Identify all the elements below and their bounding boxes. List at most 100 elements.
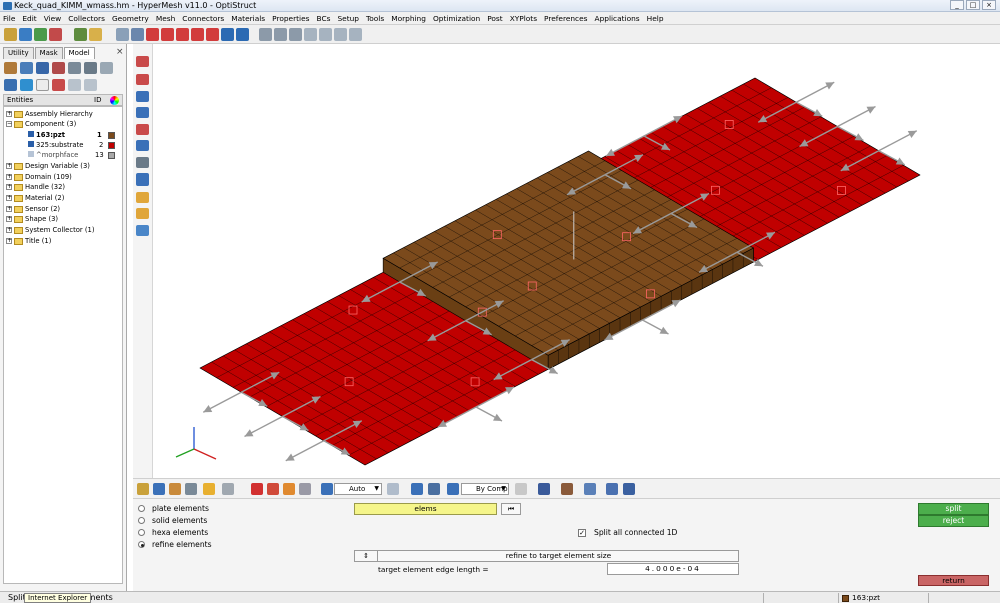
connectivity-icon[interactable] <box>606 483 618 495</box>
panel-close-icon[interactable]: × <box>116 47 124 57</box>
view-right-icon[interactable] <box>206 27 219 41</box>
expand-icon[interactable]: + <box>6 111 12 117</box>
component-display-icon[interactable] <box>137 483 149 495</box>
tree-item-system-collector[interactable]: + System Collector (1) <box>6 225 95 235</box>
tree-item-sensor[interactable]: + Sensor (2) <box>6 204 60 214</box>
user-profile-icon[interactable] <box>74 27 87 41</box>
expand-icon[interactable]: + <box>6 184 12 190</box>
warning-icon[interactable] <box>203 483 215 495</box>
eye-plus-icon[interactable] <box>68 79 81 91</box>
menu-view[interactable]: View <box>44 14 62 23</box>
organize-icon[interactable] <box>267 483 279 495</box>
eye-icon[interactable] <box>84 79 97 91</box>
menu-edit[interactable]: Edit <box>22 14 36 23</box>
menu-mesh[interactable]: Mesh <box>156 14 175 23</box>
tree-item-material[interactable]: + Material (2) <box>6 193 64 203</box>
display-reverse-icon[interactable] <box>36 62 49 74</box>
menu-xyplots[interactable]: XYPlots <box>510 14 537 23</box>
transparency-icon[interactable] <box>136 225 149 236</box>
collapse-icon[interactable]: − <box>6 121 12 127</box>
filter-icon[interactable] <box>100 62 113 74</box>
expand-icon[interactable]: + <box>6 163 12 169</box>
component-table-icon[interactable] <box>153 483 165 495</box>
split-button[interactable]: split <box>918 503 989 515</box>
expand-icon[interactable]: + <box>6 206 12 212</box>
view-back-icon[interactable] <box>236 27 249 41</box>
expand-icon[interactable] <box>4 79 17 91</box>
expand-icon[interactable]: + <box>6 174 12 180</box>
color-column-icon[interactable] <box>110 96 119 105</box>
tree-item-component[interactable]: − Component (3) <box>6 119 76 129</box>
menu-connectors[interactable]: Connectors <box>182 14 224 23</box>
rotate-view-icon[interactable] <box>349 27 362 41</box>
tree-item-component-substrate[interactable]: 325:substrate <box>28 140 83 150</box>
maximize-button[interactable]: □ <box>966 0 980 10</box>
elems-selector[interactable]: elems <box>354 503 497 515</box>
options-icon[interactable] <box>222 483 234 495</box>
radio-button[interactable] <box>138 529 145 536</box>
shrink-icon[interactable] <box>561 483 573 495</box>
menu-morphing[interactable]: Morphing <box>391 14 426 23</box>
option-plate-elements[interactable]: plate elements <box>138 504 209 513</box>
reset-selection-button[interactable]: ⏮ <box>501 503 521 515</box>
tree-item-component-pzt[interactable]: 163:pzt <box>28 130 65 140</box>
model-scene[interactable] <box>154 44 1000 478</box>
menu-geometry[interactable]: Geometry <box>112 14 149 23</box>
hide-selected-icon[interactable] <box>84 62 97 74</box>
checkbox-checked-icon[interactable]: ✓ <box>578 528 586 537</box>
system-icon[interactable] <box>185 483 197 495</box>
lighting-icon[interactable] <box>136 157 149 168</box>
id-column-header[interactable]: ID <box>94 96 101 104</box>
return-button[interactable]: return <box>918 575 989 586</box>
geometry-display-icon[interactable] <box>136 140 149 151</box>
tree-item-handle[interactable]: + Handle (32) <box>6 182 65 192</box>
view-top-icon[interactable] <box>161 27 174 41</box>
minimize-button[interactable]: _ <box>950 0 964 10</box>
shape-icon[interactable] <box>387 483 399 495</box>
menu-materials[interactable]: Materials <box>231 14 265 23</box>
view-front-icon[interactable] <box>221 27 234 41</box>
tree-item-assembly-hierarchy[interactable]: + Assembly Hierarchy <box>6 109 93 119</box>
fit-icon[interactable] <box>259 27 272 41</box>
tab-mask[interactable]: Mask <box>34 47 63 59</box>
menu-applications[interactable]: Applications <box>595 14 640 23</box>
color-by-icon[interactable] <box>447 483 459 495</box>
shaded-elements-icon[interactable] <box>136 56 149 67</box>
tree-item-domain[interactable]: + Domain (109) <box>6 172 72 182</box>
zoom-icon[interactable] <box>116 27 129 41</box>
abc-label-icon[interactable] <box>136 192 149 203</box>
edge-length-input[interactable]: 4.000e-04 <box>607 563 739 575</box>
menu-preferences[interactable]: Preferences <box>544 14 587 23</box>
menu-collectors[interactable]: Collectors <box>68 14 105 23</box>
topology-icon[interactable] <box>584 483 596 495</box>
expand-icon[interactable]: + <box>6 195 12 201</box>
mode-switch-icon[interactable]: ⇕ <box>355 551 378 561</box>
menu-tools[interactable]: Tools <box>366 14 384 23</box>
spin-icon[interactable] <box>319 27 332 41</box>
tree-item-title[interactable]: + Title (1) <box>6 236 51 246</box>
component-color-swatch[interactable] <box>108 142 115 149</box>
shaded-icon[interactable] <box>538 483 550 495</box>
menu-help[interactable]: Help <box>647 14 664 23</box>
load-collector-icon[interactable] <box>169 483 181 495</box>
delete-icon[interactable] <box>251 483 263 495</box>
view-bottom-icon[interactable] <box>176 27 189 41</box>
menu-properties[interactable]: Properties <box>272 14 309 23</box>
open-model-icon[interactable] <box>4 27 17 41</box>
shaded-mesh-icon[interactable] <box>136 74 149 85</box>
numbers-icon[interactable] <box>136 173 149 186</box>
tree-item-design-variable[interactable]: + Design Variable (3) <box>6 161 90 171</box>
expand-icon[interactable]: + <box>6 227 12 233</box>
tab-utility[interactable]: Utility <box>3 47 34 59</box>
abc-label-off-icon[interactable] <box>136 208 149 219</box>
tab-model[interactable]: Model <box>63 47 95 59</box>
zoom-window-icon[interactable] <box>274 27 287 41</box>
export-icon[interactable] <box>49 27 62 41</box>
radio-button[interactable] <box>138 517 145 524</box>
wireframe-icon[interactable] <box>136 91 149 102</box>
mesh-shape-icon[interactable] <box>411 483 423 495</box>
open-folder-icon[interactable] <box>89 27 102 41</box>
move-icon[interactable] <box>334 27 347 41</box>
menu-optimization[interactable]: Optimization <box>433 14 480 23</box>
close-button[interactable]: × <box>982 0 996 10</box>
